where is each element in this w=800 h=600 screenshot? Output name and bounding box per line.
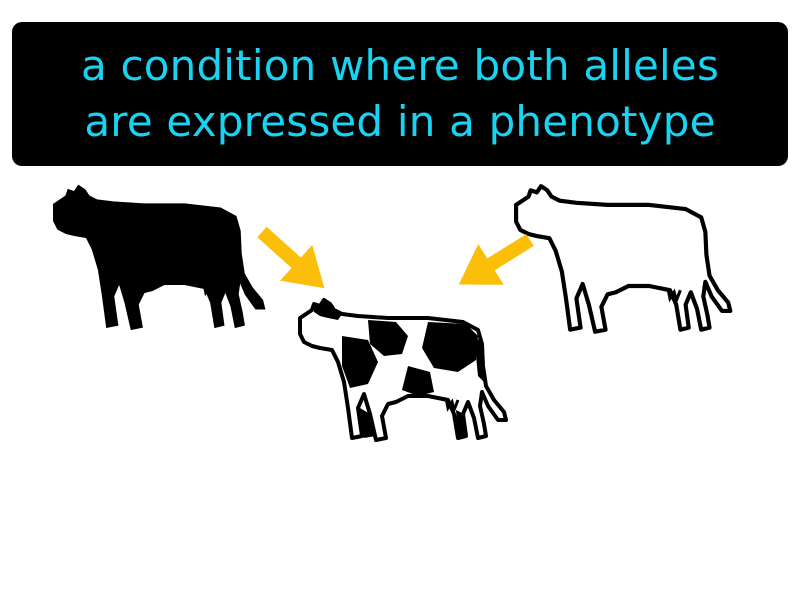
arrow-icon xyxy=(257,226,325,289)
black-cow-icon xyxy=(53,185,266,330)
white-cow-icon xyxy=(516,186,730,332)
codominance-diagram xyxy=(53,0,800,442)
spotted-cow-icon xyxy=(298,298,508,442)
